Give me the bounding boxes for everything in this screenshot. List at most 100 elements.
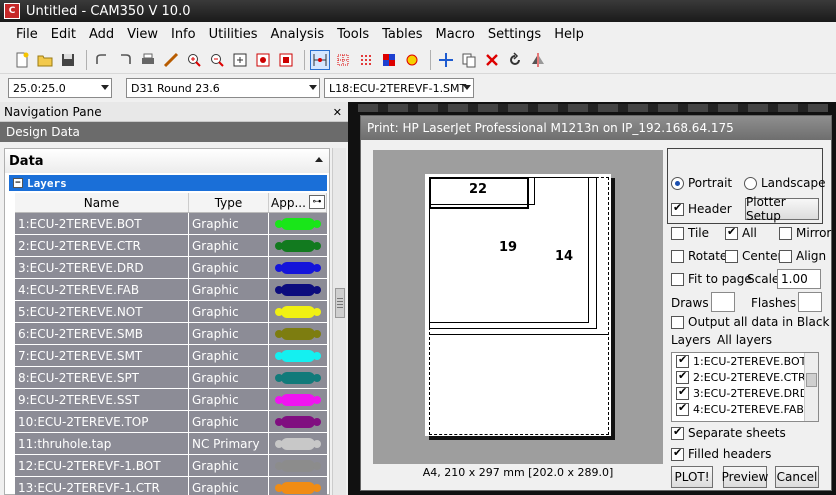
data-section-header[interactable]: Data xyxy=(5,149,329,173)
scale-input[interactable]: 1.00 xyxy=(777,269,821,289)
menu-edit[interactable]: Edit xyxy=(51,27,76,42)
table-row[interactable]: 2:ECU-2TEREVE.CTR Graphic xyxy=(15,235,327,257)
aperture-selector[interactable]: D31 Round 23.6 xyxy=(126,78,320,98)
menu-help[interactable]: Help xyxy=(554,27,584,42)
grid-selector[interactable]: 25.0:25.0 xyxy=(8,78,112,98)
separate-sheets-checkbox[interactable]: Separate sheets xyxy=(671,425,786,440)
layer-appearance[interactable] xyxy=(269,367,327,388)
layer-check[interactable] xyxy=(676,401,689,416)
measure-icon[interactable] xyxy=(161,50,181,70)
color-swatch-icon[interactable] xyxy=(275,437,321,450)
chevron-down-icon[interactable] xyxy=(463,85,471,90)
col-appearance[interactable]: App... ⊶ xyxy=(269,193,327,212)
zoom-out-icon[interactable] xyxy=(207,50,227,70)
print-layer-list[interactable]: 1:ECU-2TEREVE.BOT 2:ECU-2TEREVE.CTR 3:EC… xyxy=(671,352,819,422)
all-check[interactable] xyxy=(725,225,738,240)
align-checkbox[interactable]: Align xyxy=(779,249,826,263)
menu-tables[interactable]: Tables xyxy=(382,27,422,42)
open-icon[interactable] xyxy=(35,50,55,70)
redraw-icon[interactable] xyxy=(276,50,296,70)
draws-input[interactable] xyxy=(711,292,735,312)
nav-scrollbar[interactable] xyxy=(332,148,346,495)
undo-icon[interactable] xyxy=(92,50,112,70)
col-name[interactable]: Name xyxy=(15,193,189,212)
rotate-checkbox[interactable]: Rotate xyxy=(671,249,727,263)
table-row[interactable]: 7:ECU-2TEREVE.SMT Graphic xyxy=(15,345,327,367)
layer-appearance[interactable] xyxy=(269,213,327,234)
portrait-radio-dot[interactable] xyxy=(671,176,684,190)
header-check[interactable] xyxy=(671,201,684,216)
table-row[interactable]: 5:ECU-2TEREVE.NOT Graphic xyxy=(15,301,327,323)
color-swatch-icon[interactable] xyxy=(275,283,321,296)
separate-sheets-check[interactable] xyxy=(671,425,684,440)
plotter-setup-button[interactable]: Plotter Setup xyxy=(745,195,819,223)
rotate-icon[interactable] xyxy=(505,50,525,70)
col-type[interactable]: Type xyxy=(189,193,269,212)
chevron-down-icon[interactable] xyxy=(101,85,109,90)
scrollbar-thumb[interactable] xyxy=(806,373,817,387)
layer-check[interactable] xyxy=(676,385,689,400)
color-swatch-icon[interactable] xyxy=(275,415,321,428)
table-row[interactable]: 12:ECU-2TEREVF-1.BOT Graphic xyxy=(15,455,327,477)
layer-appearance[interactable] xyxy=(269,389,327,410)
layer-appearance[interactable] xyxy=(269,323,327,344)
save-icon[interactable] xyxy=(58,50,78,70)
fit-to-page-check[interactable] xyxy=(671,272,684,286)
layer-check[interactable] xyxy=(676,353,689,368)
portrait-radio[interactable]: Portrait xyxy=(671,176,732,190)
menu-analysis[interactable]: Analysis xyxy=(271,27,325,42)
output-black-check[interactable] xyxy=(671,315,684,329)
color-swatch-icon[interactable] xyxy=(275,327,321,340)
color-swatch-icon[interactable] xyxy=(275,349,321,362)
chevron-up-icon[interactable] xyxy=(315,157,323,162)
layer-appearance[interactable] xyxy=(269,235,327,256)
layer-appearance[interactable] xyxy=(269,279,327,300)
list-item[interactable]: 2:ECU-2TEREVE.CTR xyxy=(672,369,818,385)
tile-check[interactable] xyxy=(671,226,684,240)
layer-check[interactable] xyxy=(676,369,689,384)
menu-macro[interactable]: Macro xyxy=(436,27,475,42)
zoom-in-icon[interactable] xyxy=(184,50,204,70)
zoom-window-icon[interactable] xyxy=(230,50,250,70)
rotate-check[interactable] xyxy=(671,249,684,263)
column-options-icon[interactable]: ⊶ xyxy=(309,195,325,209)
layer-list-scrollbar[interactable] xyxy=(804,353,818,421)
color-swatch-icon[interactable] xyxy=(275,239,321,252)
redo-icon[interactable] xyxy=(115,50,135,70)
menu-info[interactable]: Info xyxy=(171,27,196,42)
delete-icon[interactable] xyxy=(482,50,502,70)
list-item[interactable]: 3:ECU-2TEREVE.DRD xyxy=(672,385,818,401)
flashes-input[interactable] xyxy=(798,292,822,312)
landscape-radio-dot[interactable] xyxy=(744,176,757,190)
menu-tools[interactable]: Tools xyxy=(337,27,369,42)
table-row[interactable]: 4:ECU-2TEREVE.FAB Graphic xyxy=(15,279,327,301)
snap-grid-icon[interactable] xyxy=(310,49,330,70)
mirror-check[interactable] xyxy=(779,226,792,240)
highlight-icon[interactable] xyxy=(402,50,422,70)
table-row[interactable]: 1:ECU-2TEREVE.BOT Graphic xyxy=(15,213,327,235)
layer-appearance[interactable] xyxy=(269,345,327,366)
menu-add[interactable]: Add xyxy=(89,27,114,42)
collapse-icon[interactable]: − xyxy=(13,178,23,188)
layer-appearance[interactable] xyxy=(269,301,327,322)
menu-file[interactable]: File xyxy=(16,27,38,42)
color-swatch-icon[interactable] xyxy=(275,217,321,230)
table-row[interactable]: 11:thruhole.tap NC Primary xyxy=(15,433,327,455)
layer-selector[interactable]: L18:ECU-2TEREVF-1.SMT xyxy=(324,78,474,98)
plot-button[interactable]: PLOT! xyxy=(671,466,713,488)
color-swatch-icon[interactable] xyxy=(275,261,321,274)
layer-appearance[interactable] xyxy=(269,411,327,432)
grid-icon[interactable] xyxy=(333,50,353,70)
header-checkbox[interactable]: Header xyxy=(671,201,732,216)
color-swatch-icon[interactable] xyxy=(275,371,321,384)
fit-to-page-checkbox[interactable]: Fit to page xyxy=(671,272,752,286)
filled-headers-check[interactable] xyxy=(671,446,684,461)
table-row[interactable]: 8:ECU-2TEREVE.SPT Graphic xyxy=(15,367,327,389)
tile-checkbox[interactable]: Tile xyxy=(671,226,709,240)
close-icon[interactable]: ✕ xyxy=(333,106,342,119)
layer-appearance[interactable] xyxy=(269,433,327,454)
preview-button[interactable]: Preview xyxy=(722,466,768,488)
table-row[interactable]: 6:ECU-2TEREVE.SMB Graphic xyxy=(15,323,327,345)
layer-appearance[interactable] xyxy=(269,455,327,476)
mirror-checkbox[interactable]: Mirror xyxy=(779,226,831,240)
